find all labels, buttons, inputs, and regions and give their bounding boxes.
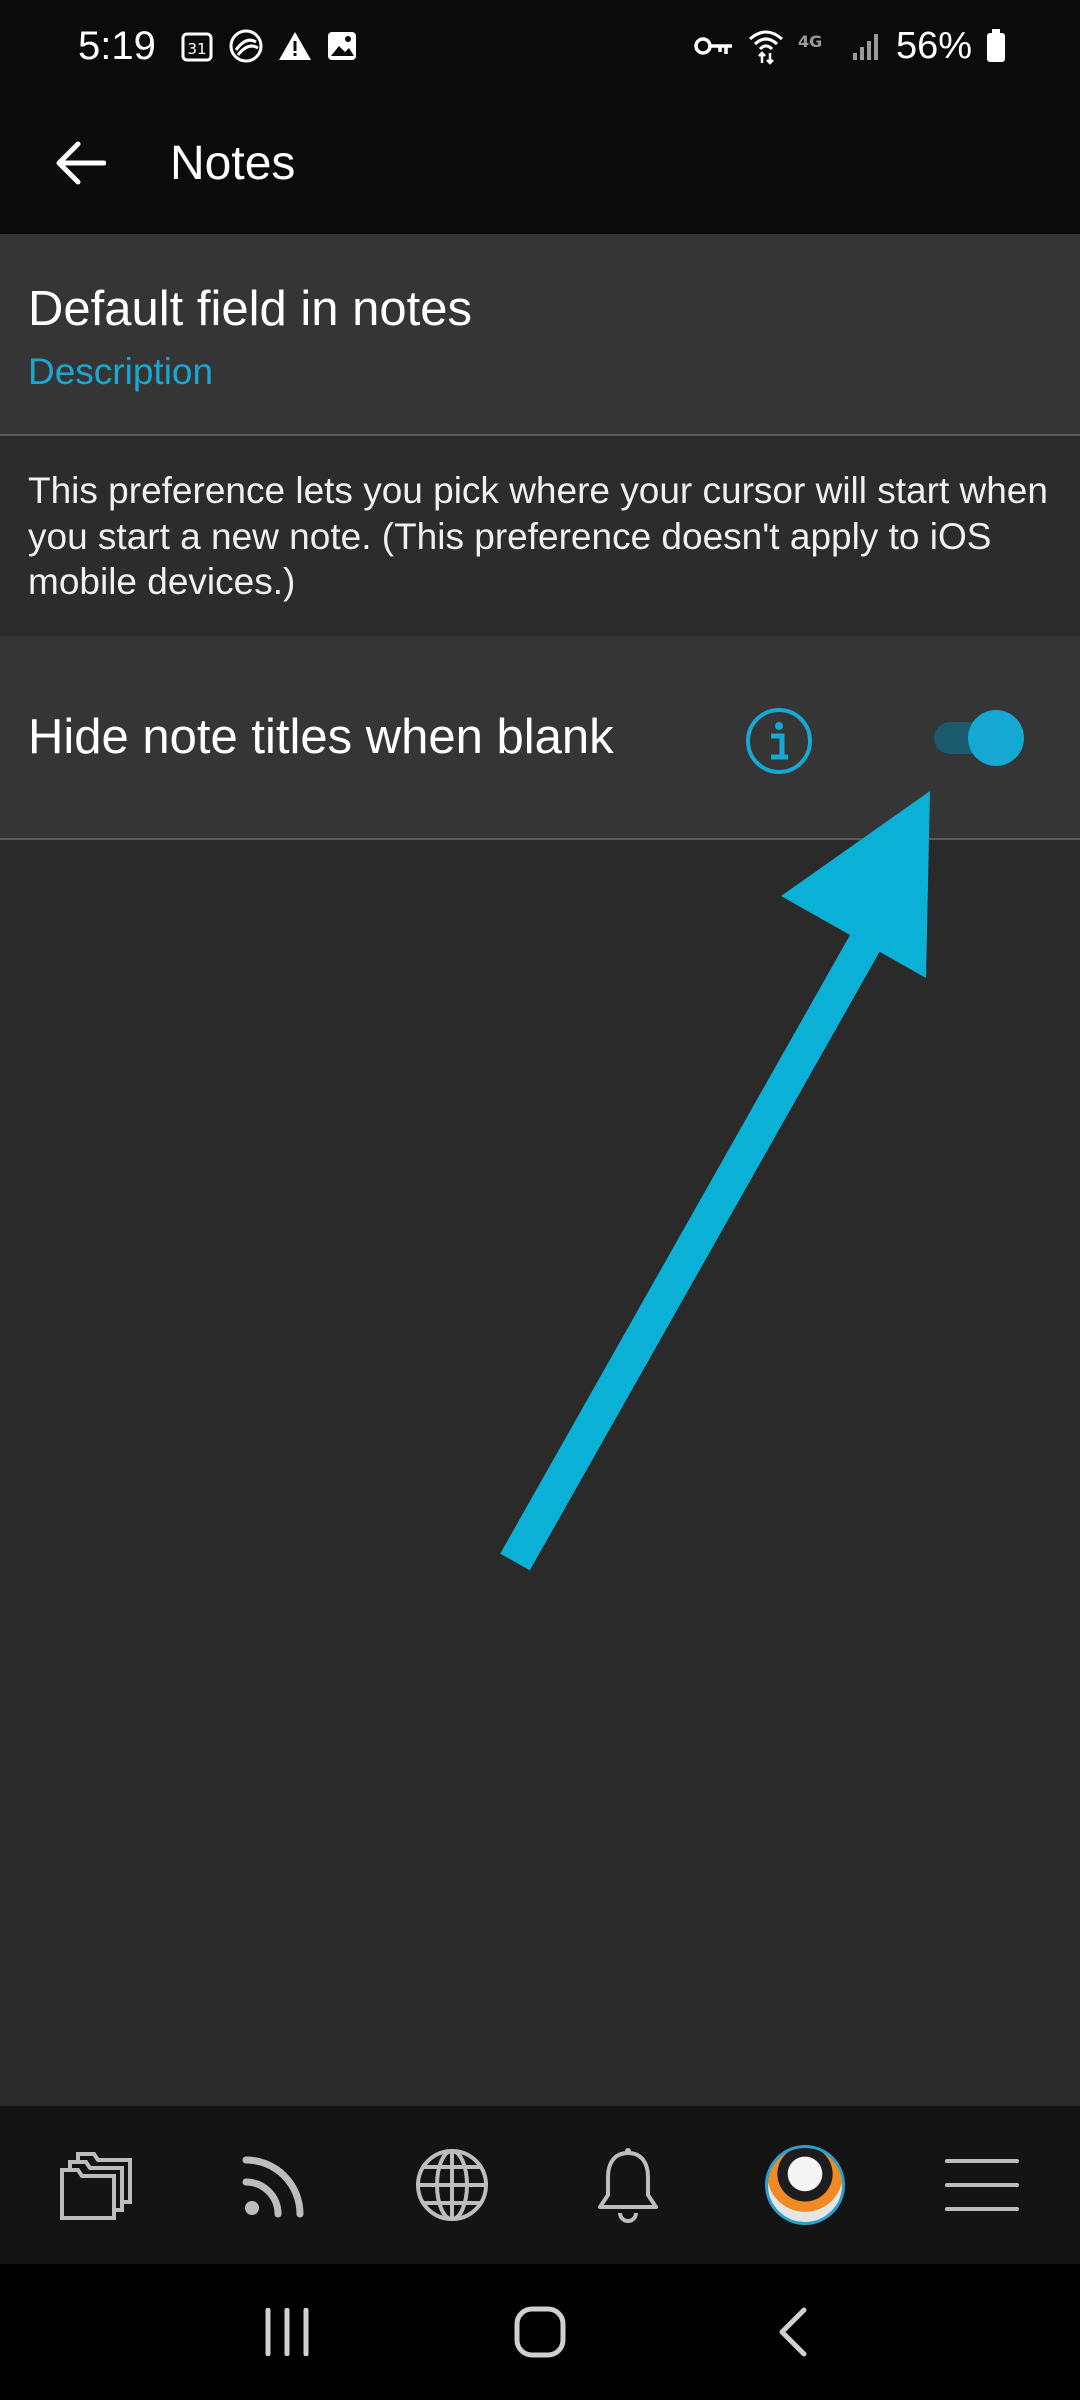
battery-icon xyxy=(986,29,1006,63)
hide-note-titles-toggle[interactable] xyxy=(930,707,1026,766)
vpn-key-icon xyxy=(694,34,734,58)
signal-icon xyxy=(852,31,882,61)
bottom-navigation xyxy=(0,2106,1080,2264)
app-bar: Notes xyxy=(0,92,1080,234)
nav-folders[interactable] xyxy=(38,2125,158,2245)
network-type-icon: 4G xyxy=(798,31,838,61)
sync-icon xyxy=(228,28,264,64)
default-field-value: Description xyxy=(28,350,214,392)
hide-note-titles-setting[interactable]: Hide note titles when blank xyxy=(0,636,1080,840)
avatar xyxy=(764,2145,845,2225)
wifi-icon xyxy=(748,27,784,65)
home-icon xyxy=(514,2306,566,2358)
nav-menu[interactable] xyxy=(922,2125,1042,2245)
hide-note-titles-label: Hide note titles when blank xyxy=(28,710,614,764)
default-field-setting[interactable]: Default field in notes Description xyxy=(0,234,1080,436)
setting-description: This preference lets you pick where your… xyxy=(0,438,1080,636)
nav-profile[interactable] xyxy=(745,2125,865,2245)
bell-icon xyxy=(598,2148,659,2223)
status-time: 5:19 xyxy=(78,23,156,68)
calendar-icon: 31 xyxy=(180,29,214,63)
toggle-knob xyxy=(968,710,1024,766)
battery-percentage: 56% xyxy=(895,24,972,67)
home-button[interactable] xyxy=(490,2282,590,2382)
recent-apps-button[interactable] xyxy=(237,2282,337,2382)
default-field-title: Default field in notes xyxy=(28,282,472,336)
gallery-icon xyxy=(326,30,358,62)
warning-icon xyxy=(278,30,312,62)
nav-feed[interactable] xyxy=(215,2125,335,2245)
globe-icon xyxy=(415,2149,488,2221)
folders-icon xyxy=(60,2152,133,2220)
status-bar: 5:19 31 4G 56% xyxy=(0,0,1080,92)
system-back-button[interactable] xyxy=(743,2282,843,2382)
feed-icon xyxy=(242,2156,304,2218)
back-button[interactable] xyxy=(30,113,130,213)
info-icon[interactable] xyxy=(744,706,814,776)
back-icon xyxy=(779,2307,807,2357)
recent-apps-icon xyxy=(265,2308,309,2356)
network-type-label: 4G xyxy=(798,32,822,51)
system-navigation xyxy=(0,2264,1080,2400)
nav-browse[interactable] xyxy=(392,2125,512,2245)
calendar-day: 31 xyxy=(187,40,206,58)
page-title: Notes xyxy=(170,136,296,190)
arrow-left-icon xyxy=(56,141,106,185)
nav-notifications[interactable] xyxy=(568,2125,688,2245)
menu-icon xyxy=(944,2159,1019,2211)
